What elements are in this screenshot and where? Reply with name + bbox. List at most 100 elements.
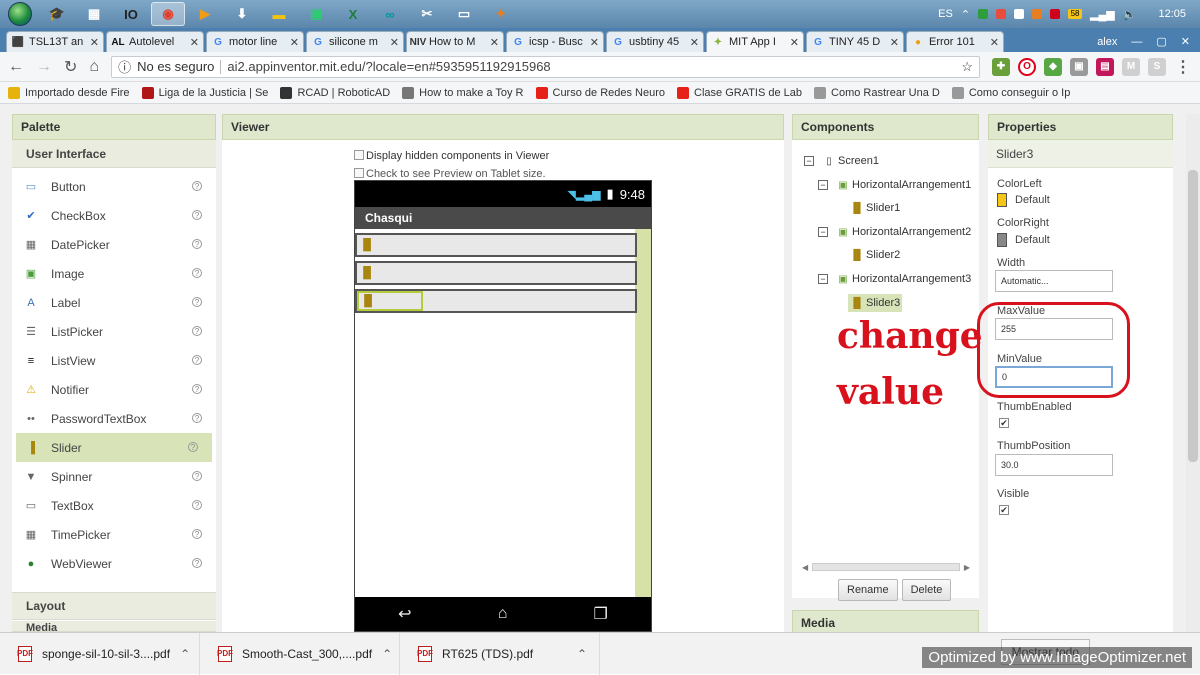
- window-app-icon[interactable]: ▭: [447, 2, 481, 26]
- bookmark-item[interactable]: Como Rastrear Una D: [814, 86, 940, 99]
- tab-close-icon[interactable]: ✕: [690, 36, 699, 49]
- app-io-icon[interactable]: IO: [114, 2, 148, 26]
- palette-item-datepicker[interactable]: ▦ DatePicker?: [12, 230, 216, 259]
- help-icon[interactable]: ?: [192, 326, 202, 336]
- chevron-up-icon[interactable]: ⌃: [382, 647, 392, 661]
- clock[interactable]: 12:05: [1158, 8, 1186, 20]
- help-icon[interactable]: ?: [192, 297, 202, 307]
- folder-icon[interactable]: ▬: [262, 2, 296, 26]
- reload-icon[interactable]: ↻: [64, 57, 77, 77]
- palette-item-listpicker[interactable]: ☰ ListPicker?: [12, 317, 216, 346]
- bookmark-item[interactable]: Clase GRATIS de Lab: [677, 86, 802, 99]
- collapse-icon[interactable]: −: [818, 227, 828, 237]
- color-right-swatch[interactable]: [997, 233, 1007, 247]
- palette-item-notifier[interactable]: ⚠ Notifier?: [12, 375, 216, 404]
- browser-tab[interactable]: Gicsp - Busc ✕: [506, 31, 604, 52]
- palette-item-timepicker[interactable]: ▦ TimePicker?: [12, 520, 216, 549]
- scroll-right-icon[interactable]: ▶: [964, 563, 970, 572]
- tray-app-icon[interactable]: [978, 9, 989, 19]
- collapse-icon[interactable]: −: [818, 180, 828, 190]
- tree-slider1[interactable]: ▐▌ Slider1: [850, 201, 900, 215]
- volume-icon[interactable]: 🔈: [1123, 8, 1137, 21]
- browser-tab[interactable]: Gmotor line ✕: [206, 31, 304, 52]
- browser-tab[interactable]: ⬛ TSL13T an ✕: [6, 31, 104, 52]
- opera-icon[interactable]: O: [1018, 57, 1036, 76]
- tablet-preview-checkbox[interactable]: [354, 168, 364, 178]
- selected-slider3[interactable]: ▐▌: [357, 291, 423, 311]
- tree-ha1[interactable]: − ▣ HorizontalArrangement1: [818, 178, 971, 192]
- terminal-icon[interactable]: ▣: [299, 2, 333, 26]
- help-icon[interactable]: ?: [192, 413, 202, 423]
- palette-item-button[interactable]: ▭ Button?: [12, 172, 216, 201]
- rename-button[interactable]: Rename: [838, 579, 898, 601]
- collapse-icon[interactable]: −: [818, 274, 828, 284]
- tab-close-icon[interactable]: ✕: [990, 36, 999, 49]
- calculator-icon[interactable]: ▦: [77, 2, 111, 26]
- download-app-icon[interactable]: ⬇: [225, 2, 259, 26]
- home-icon[interactable]: ⌂: [89, 58, 99, 76]
- back-arrow-icon[interactable]: ←: [8, 58, 24, 76]
- display-hidden-checkbox[interactable]: [354, 150, 364, 160]
- scroll-thumb[interactable]: [1188, 170, 1198, 462]
- category-layout[interactable]: Layout: [12, 592, 216, 620]
- display-hidden-option[interactable]: Display hidden components in Viewer: [354, 150, 549, 162]
- tree-slider3[interactable]: ▐▌ Slider3: [848, 294, 903, 312]
- chevron-up-icon[interactable]: ⌃: [180, 647, 190, 661]
- tree-slider2[interactable]: ▐▌ Slider2: [850, 248, 900, 262]
- tree-ha3[interactable]: − ▣ HorizontalArrangement3: [818, 272, 971, 286]
- palette-item-spinner[interactable]: ▼ Spinner?: [12, 462, 216, 491]
- download-item[interactable]: PDF Smooth-Cast_300,....pdf ⌃: [200, 632, 400, 675]
- browser-tab[interactable]: AL Autolevel ✕: [106, 31, 204, 52]
- tab-close-icon[interactable]: ✕: [290, 36, 299, 49]
- palette-item-checkbox[interactable]: ✔ CheckBox?: [12, 201, 216, 230]
- forward-arrow-icon[interactable]: →: [36, 58, 52, 76]
- palette-item-listview[interactable]: ≡ ListView?: [12, 346, 216, 375]
- tab-close-icon[interactable]: ✕: [90, 36, 99, 49]
- help-icon[interactable]: ?: [192, 558, 202, 568]
- help-icon[interactable]: ?: [192, 181, 202, 191]
- download-item[interactable]: PDF sponge-sil-10-sil-3....pdf ⌃: [0, 632, 200, 675]
- help-icon[interactable]: ?: [192, 355, 202, 365]
- palette-item-textbox[interactable]: ▭ TextBox?: [12, 491, 216, 520]
- screen-scrollbar[interactable]: [635, 229, 651, 597]
- browser-tab[interactable]: G TINY 45 D ✕: [806, 31, 904, 52]
- tab-close-icon[interactable]: ✕: [490, 36, 499, 49]
- user-name[interactable]: alex: [1097, 36, 1117, 48]
- palette-item-passwordtextbox[interactable]: •• PasswordTextBox?: [12, 404, 216, 433]
- components-hscroll[interactable]: ◀ ▶: [802, 561, 970, 573]
- palette-item-slider[interactable]: ▐ Slider?: [16, 433, 212, 462]
- browser-tab[interactable]: ● Error 101 ✕: [906, 31, 1004, 52]
- bookmark-item[interactable]: Curso de Redes Neuro: [535, 86, 665, 99]
- thumb-position-field[interactable]: 30.0: [995, 454, 1113, 476]
- screenshot-tool-icon[interactable]: ✂: [410, 2, 444, 26]
- help-icon[interactable]: ?: [192, 471, 202, 481]
- browser-tab[interactable]: Gsilicone m ✕: [306, 31, 404, 52]
- tab-close-icon[interactable]: ✕: [790, 36, 799, 49]
- chevron-up-icon[interactable]: ⌃: [577, 647, 587, 661]
- palette-item-webviewer[interactable]: ● WebViewer?: [12, 549, 216, 578]
- chevron-up-icon[interactable]: ⌃: [961, 8, 970, 21]
- tray-antivirus-icon[interactable]: [996, 9, 1007, 19]
- browser-tab[interactable]: ✦ MIT App I ✕: [706, 31, 804, 52]
- tray-cloud-icon[interactable]: [1014, 9, 1025, 19]
- color-left-picker[interactable]: Default: [997, 193, 1050, 207]
- language-indicator[interactable]: ES: [938, 8, 953, 20]
- media-player-icon[interactable]: ▶: [188, 2, 222, 26]
- slider-icon[interactable]: ▐▌: [359, 238, 375, 252]
- m-extension-icon[interactable]: M: [1122, 57, 1140, 76]
- tab-close-icon[interactable]: ✕: [190, 36, 199, 49]
- mail-extension-icon[interactable]: ▤: [1096, 57, 1114, 76]
- horizontal-arrangement-1[interactable]: ▐▌: [355, 233, 637, 257]
- tray-badge[interactable]: 58: [1068, 9, 1083, 19]
- help-icon[interactable]: ?: [192, 239, 202, 249]
- category-media[interactable]: Media: [12, 621, 216, 632]
- category-user-interface[interactable]: User Interface: [12, 140, 216, 168]
- tab-close-icon[interactable]: ✕: [590, 36, 599, 49]
- shield-icon[interactable]: ◆: [1044, 57, 1062, 76]
- address-bar[interactable]: ⓘ No es seguro ai2.appinventor.mit.edu/?…: [111, 55, 980, 78]
- graduation-cap-icon[interactable]: 🎓: [40, 2, 74, 26]
- bookmark-item[interactable]: Importado desde Fire: [8, 86, 130, 99]
- bookmark-item[interactable]: Liga de la Justicia | Se: [141, 86, 268, 99]
- tablet-preview-option[interactable]: Check to see Preview on Tablet size.: [354, 168, 546, 180]
- extension-puzzle-icon[interactable]: ✚: [992, 57, 1010, 76]
